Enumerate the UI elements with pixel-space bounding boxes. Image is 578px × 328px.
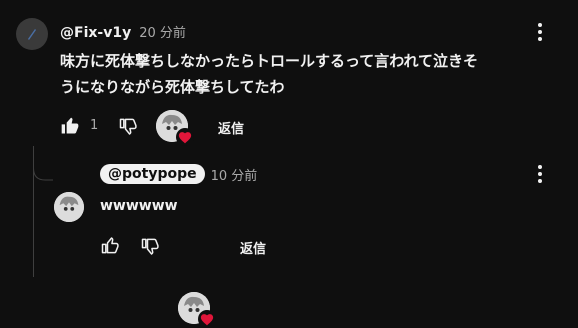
dot-icon [538, 23, 542, 27]
like-count: 1 [90, 118, 99, 133]
dislike-button[interactable] [116, 114, 140, 138]
reply-dislike-button[interactable] [138, 234, 162, 258]
creator-heart-avatar [156, 110, 194, 146]
heart-badge [198, 310, 216, 328]
thumbs-up-icon [101, 237, 119, 254]
heart-icon [200, 313, 214, 325]
reply-header: @potypope 10 分前 [100, 164, 257, 184]
comment-menu-button[interactable] [530, 20, 550, 44]
comment-header: @Fix-v1y 20 分前 [60, 22, 186, 41]
reply-menu-button[interactable] [530, 162, 550, 186]
reply-avatar[interactable] [54, 192, 84, 222]
comment-time[interactable]: 20 分前 [139, 22, 186, 41]
like-button[interactable] [58, 114, 82, 138]
pen-icon [28, 29, 36, 40]
thumbs-down-icon [141, 238, 159, 255]
dot-icon [538, 30, 542, 34]
comment-text: 味方に死体撃ちしなかったらトロールするって言われて泣きそ うになりながら死体撃ち… [60, 48, 560, 100]
comment-text-line: 味方に死体撃ちしなかったらトロールするって言われて泣きそ [60, 52, 479, 70]
reply-text: wwwwww [100, 198, 178, 214]
thumbs-down-icon [119, 118, 137, 135]
dot-icon [538, 37, 542, 41]
reply-creator-heart-avatar [178, 292, 216, 328]
commenter-avatar[interactable] [16, 18, 48, 50]
reply-author-badge[interactable]: @potypope [100, 164, 205, 184]
heart-badge [176, 128, 194, 146]
reply-like-button[interactable] [98, 234, 122, 258]
dot-icon [538, 179, 542, 183]
thread-connector [33, 160, 53, 181]
dot-icon [538, 172, 542, 176]
reply-avatar-icon [54, 192, 84, 222]
heart-icon [178, 131, 192, 143]
comment-text-line: うになりながら死体撃ちしてたわ [60, 78, 285, 96]
reply-button[interactable]: 返信 [218, 118, 244, 137]
comment-author[interactable]: @Fix-v1y [60, 25, 131, 41]
thumbs-up-icon [61, 117, 79, 134]
reply-reply-button[interactable]: 返信 [240, 238, 266, 257]
reply-time[interactable]: 10 分前 [211, 165, 258, 184]
dot-icon [538, 165, 542, 169]
